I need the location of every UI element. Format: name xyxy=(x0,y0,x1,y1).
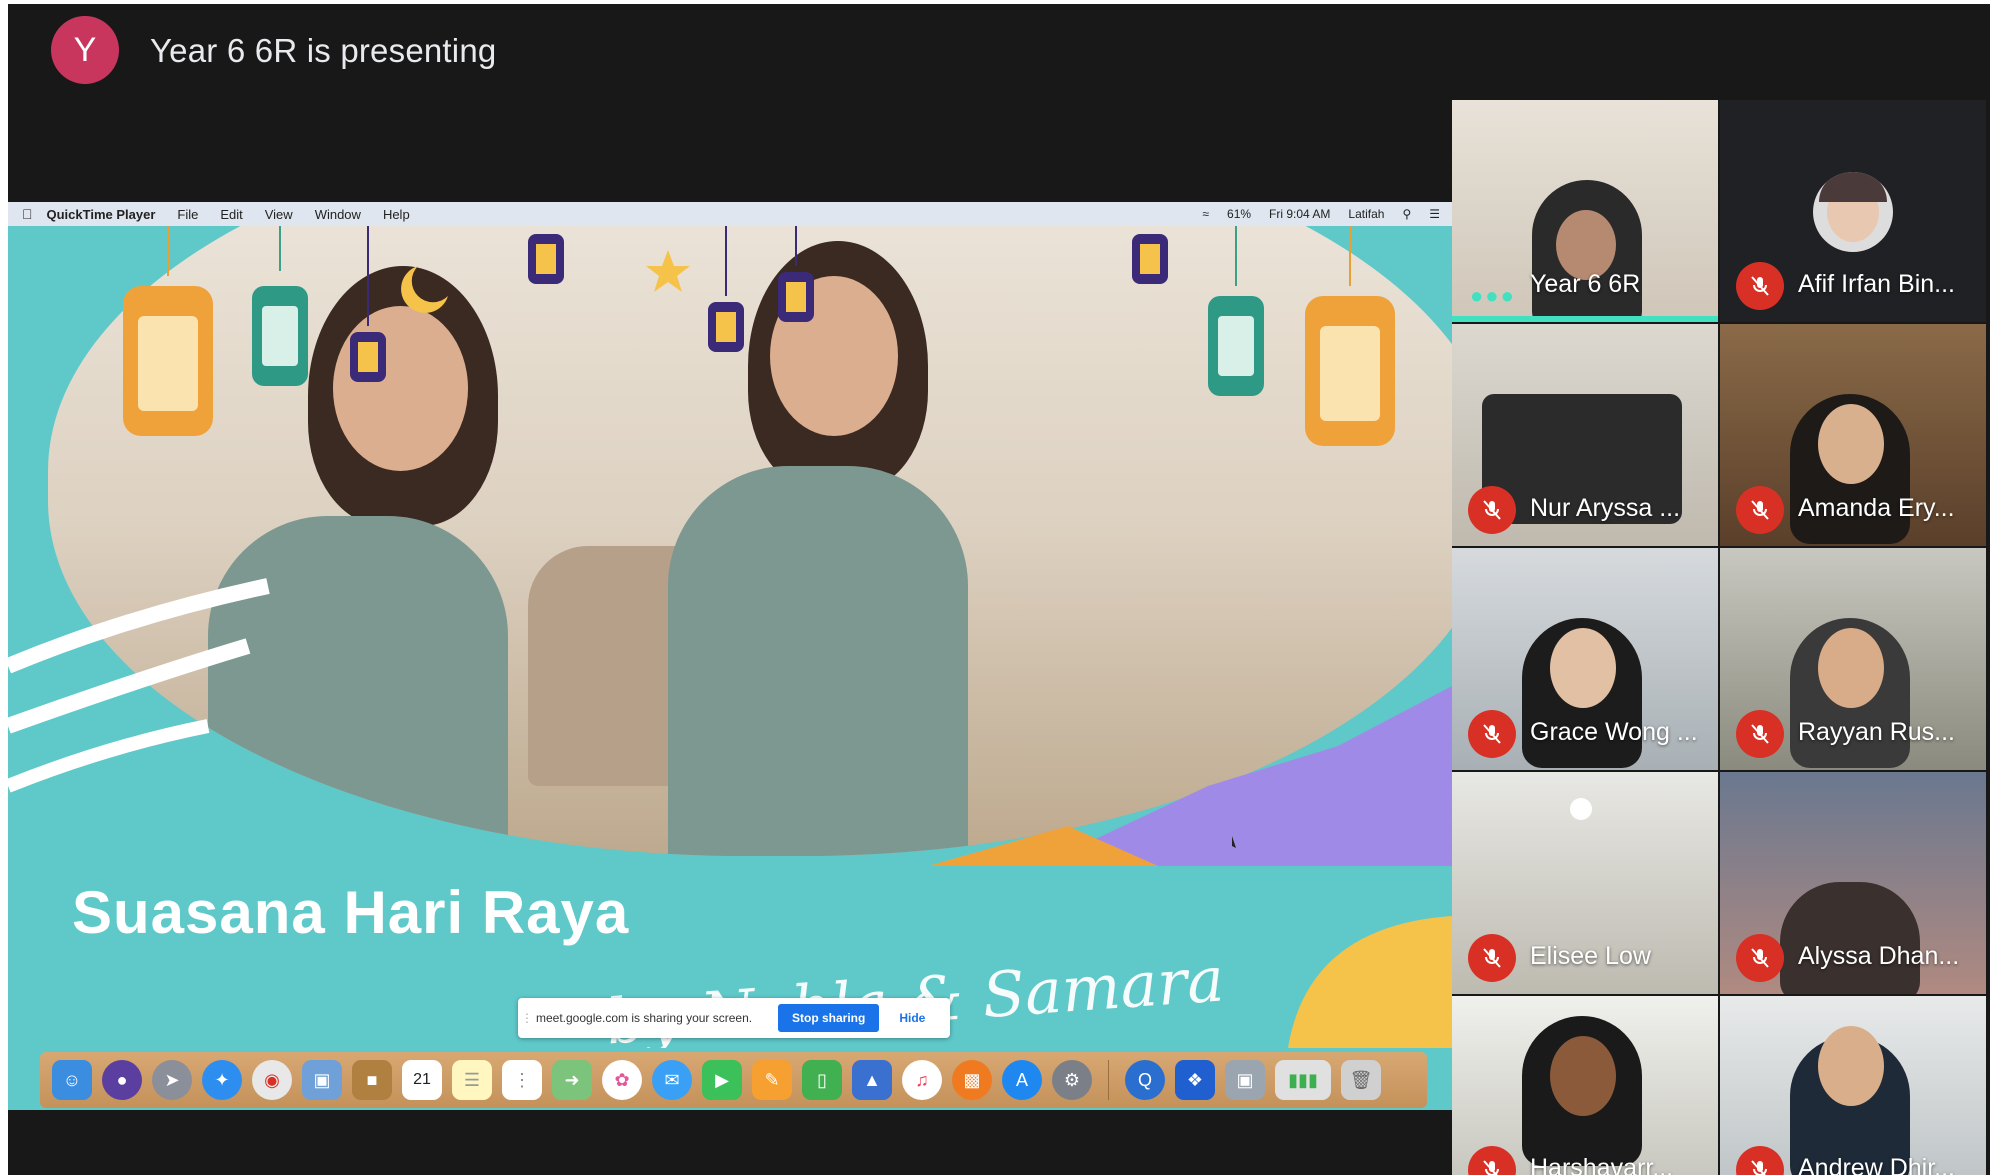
speaking-indicator-icon: ●●● xyxy=(1470,283,1516,308)
finder-icon[interactable]: ☺ xyxy=(52,1060,92,1100)
keynote-icon[interactable]: ▲ xyxy=(852,1060,892,1100)
participant-tile[interactable]: Elisee Low xyxy=(1452,772,1718,994)
menu-window[interactable]: Window xyxy=(315,207,361,222)
mic-muted-icon xyxy=(1736,934,1784,982)
numbers-icon[interactable]: ▯ xyxy=(802,1060,842,1100)
notes-icon[interactable]: ☰ xyxy=(452,1060,492,1100)
battery-percent[interactable]: 61% xyxy=(1227,207,1251,221)
active-speaker-border xyxy=(1452,316,1718,322)
app-store-icon[interactable]: A xyxy=(1002,1060,1042,1100)
menu-edit[interactable]: Edit xyxy=(220,207,242,222)
participant-name: Amanda Ery... xyxy=(1798,494,1955,522)
menubar-clock[interactable]: Fri 9:04 AM xyxy=(1269,207,1330,221)
lantern-icon xyxy=(350,226,386,382)
participant-tile[interactable]: Afif Irfan Bin... xyxy=(1720,100,1986,322)
mic-muted-icon xyxy=(1468,710,1516,758)
participant-tile[interactable]: Amanda Ery... xyxy=(1720,324,1986,546)
menu-help[interactable]: Help xyxy=(383,207,410,222)
apple-menu-icon[interactable]:  xyxy=(22,206,33,222)
lantern-icon xyxy=(708,226,744,352)
participant-name: Alyssa Dhan... xyxy=(1798,942,1960,970)
maps-icon[interactable]: ➜ xyxy=(552,1060,592,1100)
notification-center-icon[interactable]: ☰ xyxy=(1429,207,1440,221)
participant-tile[interactable]: Andrew Dhir... xyxy=(1720,996,1986,1175)
screenshot-icon[interactable]: ▣ xyxy=(1225,1060,1265,1100)
menu-view[interactable]: View xyxy=(265,207,293,222)
screen-sharing-bar: ⋮ meet.google.com is sharing your screen… xyxy=(518,998,950,1038)
shared-screen:  QuickTime Player File Edit View Window… xyxy=(8,202,1452,1110)
battery-app-icon[interactable]: ▮▮▮ xyxy=(1275,1060,1331,1100)
participant-name: Andrew Dhir... xyxy=(1798,1154,1956,1175)
ceiling-light xyxy=(1570,798,1592,820)
participant-name: Nur Aryssa ... xyxy=(1530,494,1681,522)
stop-sharing-button[interactable]: Stop sharing xyxy=(778,1004,880,1032)
mac-menubar:  QuickTime Player File Edit View Window… xyxy=(8,202,1452,226)
books-icon[interactable]: ▩ xyxy=(952,1060,992,1100)
wifi-icon[interactable]: ≈ xyxy=(1202,207,1209,221)
slide-title: Suasana Hari Raya xyxy=(72,879,630,946)
reminders-icon[interactable]: ⋮ xyxy=(502,1060,542,1100)
photos-icon[interactable]: ✿ xyxy=(602,1060,642,1100)
participant-name: Afif Irfan Bin... xyxy=(1798,270,1956,298)
lantern-icon xyxy=(528,234,564,284)
menu-app-name[interactable]: QuickTime Player xyxy=(47,207,156,222)
trash-icon[interactable]: 🗑 xyxy=(1341,1060,1381,1100)
lantern-icon xyxy=(778,226,814,322)
lantern-icon xyxy=(1208,226,1264,396)
participant-name: Grace Wong ... xyxy=(1530,718,1698,746)
participant-tile[interactable]: Alyssa Dhan... xyxy=(1720,772,1986,994)
siri-icon[interactable]: ● xyxy=(102,1060,142,1100)
star-icon xyxy=(646,250,690,292)
presentation-slide: Suasana Hari Raya by Nahla & Samara Savo… xyxy=(8,226,1452,1048)
quicktime-icon[interactable]: Q xyxy=(1125,1060,1165,1100)
facetime-icon[interactable]: ▶ xyxy=(702,1060,742,1100)
mic-muted-icon xyxy=(1468,486,1516,534)
menu-file[interactable]: File xyxy=(177,207,198,222)
participant-tile[interactable]: Nur Aryssa ... xyxy=(1452,324,1718,546)
spotlight-icon[interactable]: ⚲ xyxy=(1402,207,1411,221)
lantern-icon xyxy=(252,226,308,386)
sharing-message: meet.google.com is sharing your screen. xyxy=(536,1011,753,1025)
chrome-icon[interactable]: ◉ xyxy=(252,1060,292,1100)
mic-muted-icon xyxy=(1468,934,1516,982)
participant-avatar xyxy=(1813,172,1893,252)
pages-icon[interactable]: ✎ xyxy=(752,1060,792,1100)
participant-tile[interactable]: Harshavarr... xyxy=(1452,996,1718,1175)
purple-shape xyxy=(1038,686,1452,866)
drag-handle-icon[interactable]: ⋮ xyxy=(518,1011,536,1025)
mac-dock: ☺ ● ➤ ✦ ◉ ▣ ■ 21 ☰ ⋮ ➜ ✿ ✉ ▶ ✎ ▯ ▲ ♫ ▩ A… xyxy=(40,1052,1427,1108)
participant-grid: ●●● Year 6 6R Afif Irfan Bin... Nur Arys… xyxy=(1452,100,1988,1175)
mic-muted-icon xyxy=(1736,486,1784,534)
participant-tile[interactable]: ●●● Year 6 6R xyxy=(1452,100,1718,322)
music-icon[interactable]: ♫ xyxy=(902,1060,942,1100)
dock-separator xyxy=(1108,1060,1109,1100)
lantern-icon xyxy=(123,226,213,436)
participant-tile[interactable]: Grace Wong ... xyxy=(1452,548,1718,770)
mic-muted-icon xyxy=(1736,710,1784,758)
folder-icon[interactable]: ■ xyxy=(352,1060,392,1100)
meet-stage: Y Year 6 6R is presenting  QuickTime Pl… xyxy=(8,4,1990,1175)
participant-name: Year 6 6R xyxy=(1530,270,1641,298)
presenter-status-text: Year 6 6R is presenting xyxy=(150,32,497,69)
participant-name: Harshavarr... xyxy=(1530,1154,1674,1175)
safari-icon[interactable]: ✦ xyxy=(202,1060,242,1100)
lantern-icon xyxy=(1132,234,1168,284)
mic-muted-icon xyxy=(1736,262,1784,310)
menubar-user[interactable]: Latifah xyxy=(1348,207,1384,221)
lantern-icon xyxy=(1305,226,1395,446)
system-preferences-icon[interactable]: ⚙ xyxy=(1052,1060,1092,1100)
presenter-avatar: Y xyxy=(51,16,119,84)
participant-name: Rayyan Rus... xyxy=(1798,718,1956,746)
dropbox-icon[interactable]: ❖ xyxy=(1175,1060,1215,1100)
white-brush-stroke xyxy=(8,719,210,793)
hide-button[interactable]: Hide xyxy=(893,1010,931,1026)
preview-icon[interactable]: ▣ xyxy=(302,1060,342,1100)
participant-tile[interactable]: Rayyan Rus... xyxy=(1720,548,1986,770)
participant-video xyxy=(1780,882,1920,994)
messages-icon[interactable]: ✉ xyxy=(652,1060,692,1100)
crescent-moon-icon xyxy=(401,266,448,313)
calendar-icon[interactable]: 21 xyxy=(402,1060,442,1100)
launchpad-icon[interactable]: ➤ xyxy=(152,1060,192,1100)
participant-name: Elisee Low xyxy=(1530,942,1651,970)
